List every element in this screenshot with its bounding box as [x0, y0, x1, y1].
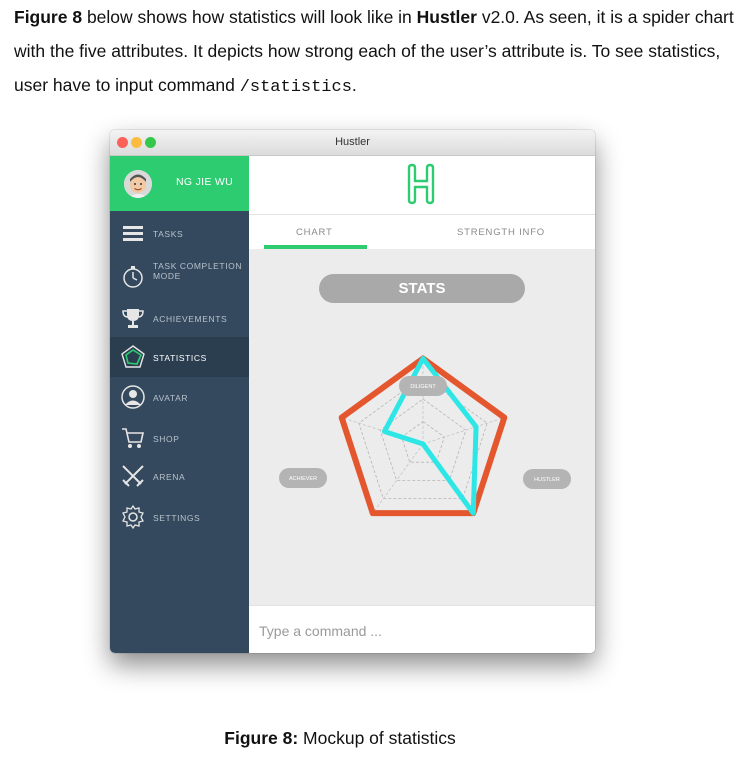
minimize-window-button[interactable] — [131, 137, 142, 148]
cart-icon — [120, 425, 146, 451]
sidebar-item-settings[interactable]: SETTINGS — [110, 498, 249, 536]
caption-text: Mockup of statistics — [298, 728, 456, 748]
sidebar: NG JIE WU TASKS TASK COMPLETION MODE ACH… — [110, 156, 249, 653]
sidebar-item-label: TASKS — [153, 229, 184, 239]
user-name: NG JIE WU — [176, 176, 233, 188]
gear-icon — [120, 504, 146, 530]
window-title: Hustler — [335, 136, 370, 148]
stopwatch-icon — [120, 263, 146, 289]
sidebar-item-avatar[interactable]: AVATAR — [110, 378, 249, 416]
radar-axis-line — [372, 443, 424, 514]
svg-text:HUSTLER: HUSTLER — [534, 477, 560, 483]
radar-axis-label-diligent: DILIGENT — [399, 376, 447, 396]
sidebar-item-label: TASK COMPLETION MODE — [153, 261, 243, 281]
user-avatar-icon — [124, 170, 152, 198]
radar-axis-label-hustler: HUSTLER — [523, 469, 571, 489]
command-code: /statistics — [239, 78, 352, 97]
command-input[interactable] — [257, 618, 591, 644]
intro-text-3: . — [351, 75, 357, 95]
sidebar-item-label: SETTINGS — [153, 513, 201, 523]
intro-paragraph: Figure 8 below shows how statistics will… — [14, 0, 739, 105]
trophy-icon — [120, 305, 146, 331]
sidebar-item-achievements[interactable]: ACHIEVEMENTS — [110, 299, 249, 337]
tab-strength-info[interactable]: STRENGTH INFO — [457, 227, 545, 238]
sidebar-item-task-completion-mode[interactable]: TASK COMPLETION MODE — [110, 253, 249, 297]
sidebar-item-label: AVATAR — [153, 393, 189, 403]
avatar-icon — [120, 384, 146, 410]
radar-chart-icon — [120, 344, 146, 370]
radar-chart: DILIGENTHUSTLERDISCIPLINEDSPENDERACHIEVE… — [279, 355, 571, 517]
sidebar-item-shop[interactable]: SHOP — [110, 419, 249, 457]
sidebar-item-label: ARENA — [153, 472, 186, 482]
intro-text-1: below shows how statistics will look lik… — [82, 7, 417, 27]
user-header[interactable]: NG JIE WU — [110, 156, 249, 211]
sidebar-item-label: SHOP — [153, 434, 180, 444]
title-bar: Hustler — [110, 130, 595, 156]
svg-text:DILIGENT: DILIGENT — [410, 384, 436, 390]
close-window-button[interactable] — [117, 137, 128, 148]
hamburger-icon — [120, 220, 146, 246]
figure-caption: Figure 8: Mockup of statistics — [0, 728, 680, 749]
maximize-window-button[interactable] — [145, 137, 156, 148]
caption-label: Figure 8: — [224, 728, 299, 748]
sidebar-item-label: STATISTICS — [153, 353, 207, 363]
app-name: Hustler — [416, 7, 477, 27]
sidebar-item-arena[interactable]: ARENA — [110, 457, 249, 495]
logo-area — [249, 156, 595, 215]
sidebar-item-label: ACHIEVEMENTS — [153, 314, 228, 324]
crossed-swords-icon — [120, 463, 146, 489]
command-bar — [249, 605, 595, 653]
main-panel: CHART STRENGTH INFO STATS DILIGENT HUSTLE… — [249, 156, 595, 653]
radar-axis-label-achiever: ACHIEVER — [279, 468, 327, 488]
sidebar-item-tasks[interactable]: TASKS — [110, 214, 249, 252]
tab-bar: CHART STRENGTH INFO — [249, 215, 595, 249]
sidebar-item-statistics[interactable]: STATISTICS — [110, 337, 249, 377]
figure-reference: Figure 8 — [14, 7, 83, 27]
hustler-logo-icon — [407, 163, 435, 205]
app-window: Hustler NG JIE WU TASKS TASK COMPLETION … — [110, 130, 595, 653]
svg-text:ACHIEVER: ACHIEVER — [289, 476, 317, 482]
tab-chart[interactable]: CHART — [296, 227, 333, 238]
